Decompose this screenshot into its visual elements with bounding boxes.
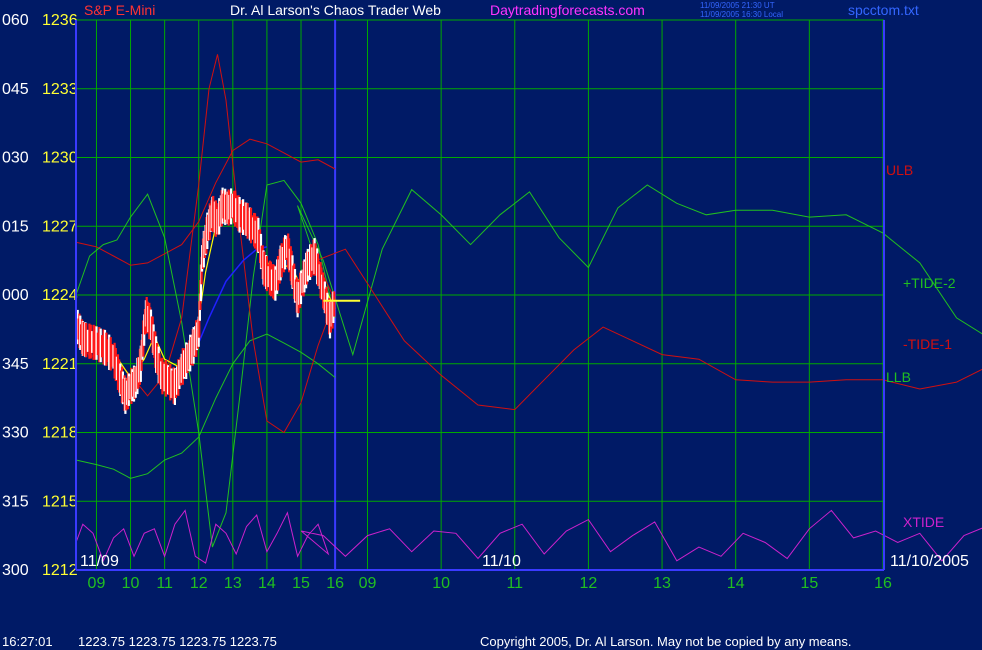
ulb-label: ULB — [886, 162, 913, 178]
time-local: 11/09/2005 16:30 Local — [700, 10, 783, 19]
y-degree-tick-label: 315 — [2, 493, 29, 510]
x-hour-tick-label: 16 — [874, 575, 892, 592]
x-hour-tick-label: 11 — [156, 575, 173, 592]
x-hour-tick-label: 11 — [506, 575, 523, 592]
site-url[interactable]: Daytradingforecasts.com — [490, 2, 645, 18]
x-hour-tick-label: 13 — [224, 575, 242, 592]
footer-ohlc: 1223.75 1223.75 1223.75 1223.75 — [78, 634, 277, 649]
x-hour-tick-label: 14 — [258, 575, 276, 592]
date-label-end: 11/10/2005 — [890, 553, 969, 570]
x-hour-tick-label: 10 — [432, 575, 450, 592]
x-hour-tick-label: 09 — [88, 575, 106, 592]
y-degree-tick-label: 015 — [2, 218, 29, 235]
y-price-tick-label: 1230 — [42, 150, 78, 167]
y-price-tick-label: 1224 — [42, 287, 78, 304]
x-hour-tick-label: 16 — [326, 575, 344, 592]
y-degree-tick-label: 060 — [2, 12, 29, 29]
x-hour-tick-label: 14 — [727, 575, 745, 592]
footer-clock: 16:27:01 — [2, 634, 53, 649]
y-degree-tick-label: 300 — [2, 562, 29, 579]
chaos-trader-chart: 060 1236045 1233030 1230015 1227000 1224345 12… — [0, 0, 982, 650]
y-degree-tick-label: 030 — [2, 150, 29, 167]
y-degree-tick-label: 330 — [2, 425, 29, 442]
x-hour-tick-label: 10 — [122, 575, 140, 592]
y-degree-tick-label: 045 — [2, 81, 29, 98]
tide-minus1-label: -TIDE-1 — [903, 336, 952, 352]
footer-copyright: Copyright 2005, Dr. Al Larson. May not b… — [480, 634, 851, 649]
y-degree-tick-label: 000 — [2, 287, 29, 304]
x-hour-tick-label: 12 — [190, 575, 208, 592]
llb-label: LLB — [886, 369, 911, 385]
xtide-label: XTIDE — [903, 514, 944, 530]
y-price-tick-label: 1227 — [42, 218, 78, 235]
x-hour-tick-label: 09 — [359, 575, 377, 592]
x-hour-tick-label: 12 — [580, 575, 598, 592]
y-price-tick-label: 1221 — [42, 356, 78, 373]
y-price-tick-label: 1212 — [42, 562, 78, 579]
y-price-tick-label: 1236 — [42, 12, 78, 29]
x-hour-tick-label: 15 — [292, 575, 310, 592]
tide-plus2-label: +TIDE-2 — [903, 275, 956, 291]
time-ut: 11/09/2005 21:30 UT — [700, 1, 775, 10]
y-price-tick-label: 1233 — [42, 81, 78, 98]
y-price-tick-label: 1218 — [42, 425, 78, 442]
date-label-mid: 11/10 — [482, 553, 521, 570]
x-hour-tick-label: 15 — [800, 575, 818, 592]
date-label-start: 11/09 — [80, 553, 119, 570]
instrument-label: S&P E-Mini — [84, 2, 155, 18]
site-name: Dr. Al Larson's Chaos Trader Web — [230, 2, 441, 18]
data-filename: spcctom.txt — [848, 2, 919, 18]
x-hour-tick-label: 13 — [653, 575, 671, 592]
y-price-tick-label: 1215 — [42, 493, 78, 510]
y-degree-tick-label: 345 — [2, 356, 29, 373]
